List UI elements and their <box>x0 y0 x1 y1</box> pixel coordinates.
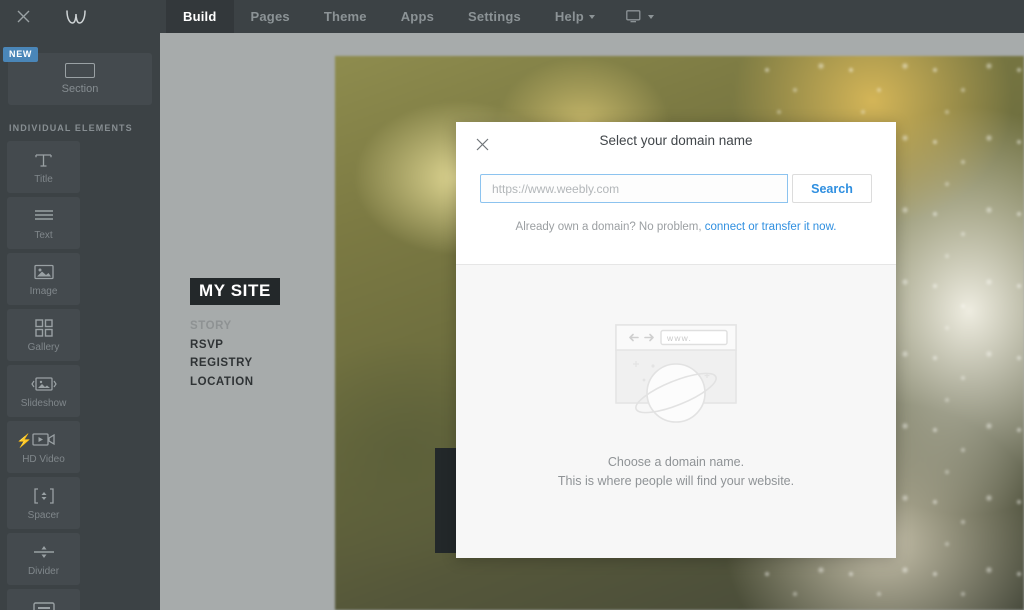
own-domain-note: Already own a domain? No problem, connec… <box>456 221 896 233</box>
section-rect-icon <box>65 63 95 78</box>
nav-item-apps[interactable]: Apps <box>384 0 451 33</box>
element-label: Text <box>34 230 52 241</box>
element-tile-gallery[interactable]: Gallery <box>7 309 80 361</box>
nav-label: Help <box>555 9 584 24</box>
topbar-spacer <box>106 0 166 33</box>
main-nav: Build Pages Theme Apps Settings Help <box>166 0 612 33</box>
new-badge: NEW <box>3 47 38 62</box>
nav-item-settings[interactable]: Settings <box>451 0 538 33</box>
element-tile-divider[interactable]: Divider <box>7 533 80 585</box>
element-label: Gallery <box>28 342 60 353</box>
individual-elements-heading: INDIVIDUAL ELEMENTS <box>9 123 160 133</box>
element-tile-slideshow[interactable]: Slideshow <box>7 365 80 417</box>
title-T-icon <box>34 150 53 170</box>
empty-state-line1: Choose a domain name. <box>558 453 794 472</box>
element-label: Slideshow <box>21 398 67 409</box>
modal-close-button[interactable] <box>470 132 494 156</box>
site-preview-nav: MY SITE STORY RSVP REGISTRY LOCATION <box>190 278 280 391</box>
site-nav-item-rsvp[interactable]: RSVP <box>190 336 280 355</box>
top-bar: Build Pages Theme Apps Settings Help <box>0 0 1024 33</box>
weebly-w-logo[interactable] <box>46 0 106 33</box>
nav-item-theme[interactable]: Theme <box>307 0 384 33</box>
nav-label: Build <box>183 9 217 24</box>
chevron-down-icon <box>589 15 595 19</box>
video-camera-icon <box>32 430 56 450</box>
browser-planet-illustration: www. <box>611 321 741 439</box>
nav-label: Settings <box>468 9 521 24</box>
divider-icon <box>33 542 55 562</box>
nav-item-build[interactable]: Build <box>166 0 234 33</box>
element-tile-hd-video[interactable]: ⚡ HD Video <box>7 421 80 473</box>
domain-search-input[interactable] <box>480 174 788 203</box>
element-label: Title <box>34 174 53 185</box>
sidebar-item-label: Section <box>62 83 99 95</box>
image-icon <box>34 262 54 282</box>
element-tile-title[interactable]: Title <box>7 141 80 193</box>
nav-item-help[interactable]: Help <box>538 0 612 33</box>
modal-header: Select your domain name Search Already o… <box>456 122 896 265</box>
text-lines-icon <box>34 206 54 226</box>
svg-text:www.: www. <box>666 333 692 343</box>
button-icon <box>33 598 55 610</box>
modal-title: Select your domain name <box>456 122 896 148</box>
domain-search-row: Search <box>480 174 872 203</box>
element-tile-spacer[interactable]: Spacer <box>7 477 80 529</box>
nav-label: Theme <box>324 9 367 24</box>
empty-state-text: Choose a domain name. This is where peop… <box>558 453 794 491</box>
elements-grid: Title Text Image Gallery <box>0 141 160 610</box>
own-domain-prefix: Already own a domain? No problem, <box>516 221 705 233</box>
element-label: Divider <box>28 566 59 577</box>
weebly-editor-window: Build Pages Theme Apps Settings Help NEW… <box>0 0 1024 610</box>
element-tile-image[interactable]: Image <box>7 253 80 305</box>
empty-state-line2: This is where people will find your webs… <box>558 472 794 491</box>
close-editor-button[interactable] <box>0 0 46 33</box>
monitor-icon <box>626 10 643 24</box>
gallery-grid-icon <box>35 318 53 338</box>
connect-transfer-link[interactable]: connect or transfer it now. <box>705 221 837 233</box>
elements-sidebar: NEW Section INDIVIDUAL ELEMENTS Title Te… <box>0 33 160 610</box>
modal-body: www. Choose a domain name. This is where… <box>456 265 896 557</box>
lightning-bolt-icon: ⚡ <box>16 434 32 447</box>
element-label: HD Video <box>22 454 65 465</box>
select-domain-modal: Select your domain name Search Already o… <box>456 122 896 558</box>
element-label: Image <box>30 286 58 297</box>
chevron-down-icon <box>648 15 654 19</box>
site-nav-item-story[interactable]: STORY <box>190 317 280 336</box>
slideshow-icon <box>31 374 57 394</box>
nav-label: Apps <box>401 9 434 24</box>
spacer-icon <box>34 486 54 506</box>
element-tile-text[interactable]: Text <box>7 197 80 249</box>
device-preview-button[interactable] <box>612 0 668 33</box>
element-tile-button[interactable]: Button <box>7 589 80 610</box>
site-title-badge[interactable]: MY SITE <box>190 278 280 305</box>
domain-search-button[interactable]: Search <box>792 174 872 203</box>
site-nav-item-location[interactable]: LOCATION <box>190 373 280 392</box>
nav-label: Pages <box>251 9 290 24</box>
site-nav-links: STORY RSVP REGISTRY LOCATION <box>190 317 280 391</box>
site-nav-item-registry[interactable]: REGISTRY <box>190 354 280 373</box>
nav-item-pages[interactable]: Pages <box>234 0 307 33</box>
element-label: Spacer <box>28 510 60 521</box>
